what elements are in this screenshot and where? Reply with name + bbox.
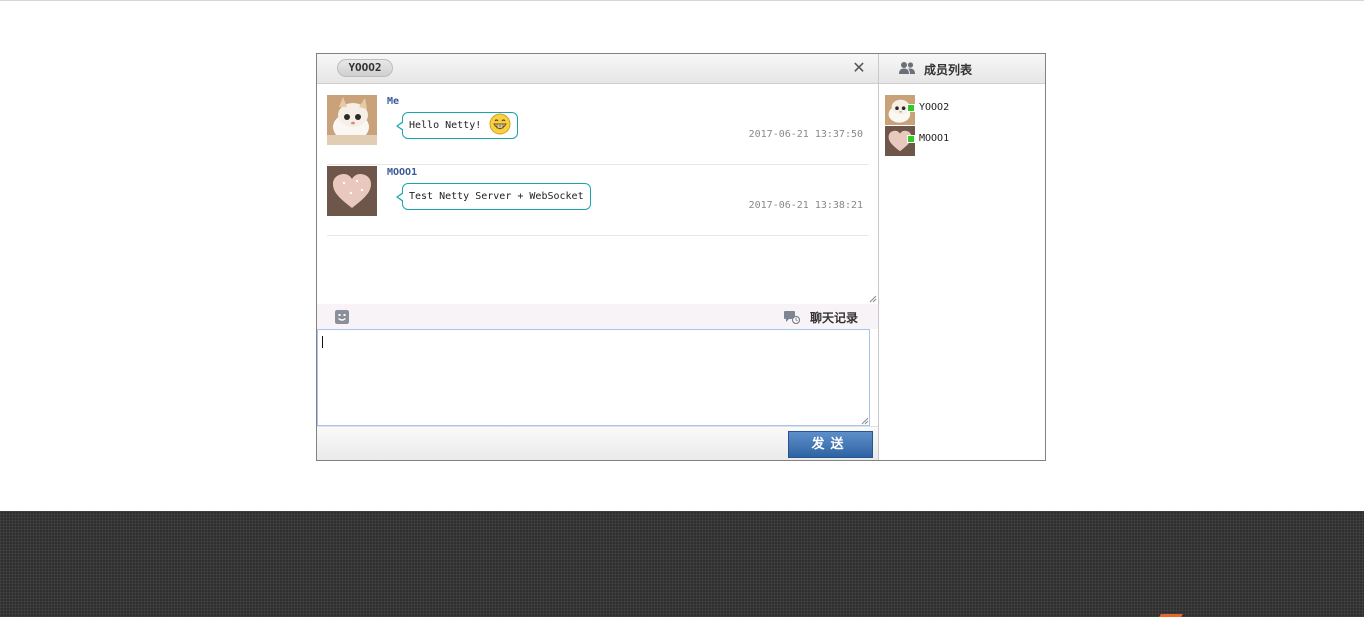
avatar: [327, 166, 377, 216]
message-timestamp: 2017-06-21 13:38:21: [748, 200, 863, 211]
message-item: Me Hello Netty! 2017-06-21 13:37:50: [327, 94, 868, 165]
online-status-icon: [907, 104, 915, 112]
users-icon: [899, 62, 915, 74]
message-item: MOOO1 Test Netty Server + WebSocket 2017…: [327, 165, 868, 236]
sender-name: MOOO1: [387, 167, 418, 178]
chat-history-button[interactable]: 聊天记录: [783, 308, 858, 326]
members-title: 成员列表: [924, 63, 973, 77]
close-icon[interactable]: ✕: [851, 60, 867, 76]
smiley-icon[interactable]: [335, 310, 349, 324]
chat-history-icon: [783, 311, 800, 324]
grin-emoji-icon: [489, 113, 511, 134]
members-panel: 成员列表 YOOO2 MOOO1: [879, 54, 1045, 460]
chat-header: YOOO2 ✕: [317, 54, 878, 84]
message-list[interactable]: Me Hello Netty! 2017-06-21 13:37:50 MOOO…: [317, 85, 878, 304]
member-name: MOOO1: [919, 133, 950, 144]
text-caret: [322, 336, 323, 348]
heart-avatar-icon: [327, 166, 377, 216]
avatar: [327, 95, 377, 145]
message-bubble: Hello Netty!: [395, 112, 519, 139]
chat-tab-active[interactable]: YOOO2: [337, 59, 393, 77]
message-input[interactable]: [317, 329, 870, 426]
message-timestamp: 2017-06-21 13:37:50: [748, 129, 863, 140]
message-text: Hello Netty!: [409, 120, 482, 131]
chat-history-label: 聊天记录: [809, 310, 858, 325]
sender-name: Me: [387, 96, 400, 107]
online-status-icon: [907, 135, 915, 143]
page-footer-band: [0, 511, 1364, 617]
member-item[interactable]: MOOO1: [885, 126, 1035, 156]
message-text: Test Netty Server + WebSocket: [409, 191, 584, 202]
input-resize-grip-icon[interactable]: [861, 417, 869, 425]
chat-window: YOOO2 ✕ Me Hello Netty! 2017-06-21 13:37…: [316, 53, 1046, 461]
cat-avatar-icon: [327, 95, 377, 145]
chat-footer: 发送: [317, 426, 878, 460]
member-name: YOOO2: [919, 102, 950, 113]
resize-grip-icon[interactable]: [869, 295, 877, 303]
message-bubble: Test Netty Server + WebSocket: [396, 183, 591, 210]
members-header: 成员列表: [879, 54, 1045, 84]
chat-panel: YOOO2 ✕ Me Hello Netty! 2017-06-21 13:37…: [317, 54, 879, 460]
top-divider: [0, 0, 1364, 3]
input-toolbar: 聊天记录: [317, 304, 878, 329]
send-button[interactable]: 发送: [788, 431, 873, 458]
member-item[interactable]: YOOO2: [885, 95, 1035, 125]
